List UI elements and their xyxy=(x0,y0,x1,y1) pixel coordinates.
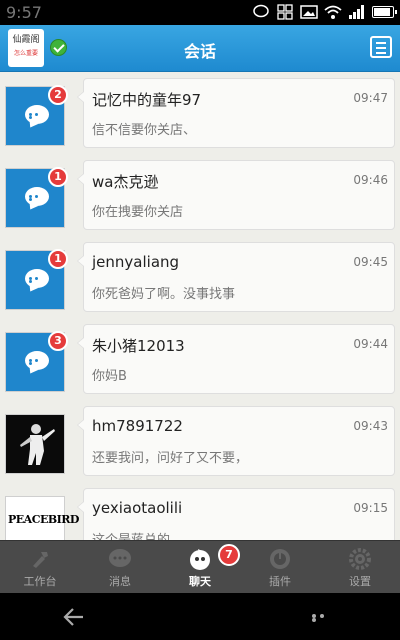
contact-name: yexiaotaolili xyxy=(92,499,183,517)
status-icons xyxy=(252,4,397,20)
conversation-row[interactable]: 1 wa杰克逊 09:46 你在拽要你关店 xyxy=(0,154,400,236)
conversation-row[interactable]: 2 记忆中的童年97 09:47 信不信要你关店、 xyxy=(0,72,400,154)
message-preview: 你妈B xyxy=(92,369,127,384)
conversation-card[interactable]: jennyaliang 09:45 你死爸妈了啊。没事找事 xyxy=(77,242,395,312)
contacts-list-button[interactable] xyxy=(370,36,392,58)
settings-icon xyxy=(349,548,371,570)
tab-workbench[interactable]: 工作台 xyxy=(0,541,80,594)
message-time: 09:47 xyxy=(353,91,388,105)
image-notification-icon xyxy=(300,5,318,19)
brand-text: PEACEBIRD xyxy=(8,513,79,526)
conversation-card[interactable]: wa杰克逊 09:46 你在拽要你关店 xyxy=(77,160,395,230)
tab-label: 工作台 xyxy=(23,575,57,588)
chat-icon xyxy=(190,549,210,570)
tab-label: 消息 xyxy=(109,575,131,588)
conversation-row[interactable]: 1 jennyaliang 09:45 你死爸妈了啊。没事找事 xyxy=(0,236,400,318)
battery-icon xyxy=(372,6,397,18)
tab-label: 设置 xyxy=(349,575,371,588)
bottom-tab-bar: 工作台 消息 聊天 插件 设置 7 xyxy=(0,540,400,593)
conversation-card[interactable]: 记忆中的童年97 09:47 信不信要你关店、 xyxy=(77,78,395,148)
conversation-row[interactable]: hm7891722 09:43 还要我问，问好了又不要， xyxy=(0,400,400,482)
contact-name: 朱小猪12013 xyxy=(92,337,185,355)
unread-badge: 1 xyxy=(48,167,68,187)
unread-badge: 1 xyxy=(48,249,68,269)
chat-tab-badge: 7 xyxy=(218,544,240,566)
message-preview: 信不信要你关店、 xyxy=(92,123,197,138)
message-preview: 你在拽要你关店 xyxy=(92,205,184,220)
page-title: 会话 xyxy=(183,42,216,61)
brand-logo-avatar: PEACEBIRD xyxy=(5,496,79,540)
conversation-card[interactable]: yexiaotaolili 09:15 这个是蒋总的 xyxy=(77,488,395,540)
message-icon xyxy=(109,549,131,567)
tab-plugins[interactable]: 插件 xyxy=(240,541,320,594)
signal-icon xyxy=(349,5,364,19)
back-arrow-icon[interactable] xyxy=(63,606,85,628)
conversation-row[interactable]: 3 朱小猪12013 09:44 你妈B xyxy=(0,318,400,400)
conversation-card[interactable]: 朱小猪12013 09:44 你妈B xyxy=(77,324,395,394)
message-notification-icon xyxy=(253,4,269,18)
app-notification-icon xyxy=(277,4,293,20)
tab-messages[interactable]: 消息 xyxy=(80,541,160,594)
message-preview: 你死爸妈了啊。没事找事 xyxy=(92,287,236,302)
workbench-icon xyxy=(33,552,48,568)
message-time: 09:45 xyxy=(353,255,388,269)
more-options-icon[interactable] xyxy=(312,614,334,622)
system-nav-bar xyxy=(0,593,400,640)
contact-name: hm7891722 xyxy=(92,417,183,435)
app-header: 仙霞阁 怎么重要 会话 xyxy=(0,25,400,72)
message-time: 09:15 xyxy=(353,501,388,515)
message-time: 09:46 xyxy=(353,173,388,187)
conversation-list[interactable]: 2 记忆中的童年97 09:47 信不信要你关店、 1 wa杰克逊 09:46 … xyxy=(0,72,400,540)
tab-label: 聊天 xyxy=(189,575,211,588)
dancer-silhouette-icon xyxy=(6,415,64,473)
message-time: 09:44 xyxy=(353,337,388,351)
tab-settings[interactable]: 设置 xyxy=(320,541,400,594)
conversation-card[interactable]: hm7891722 09:43 还要我问，问好了又不要， xyxy=(77,406,395,476)
conversation-row[interactable]: PEACEBIRD yexiaotaolili 09:15 这个是蒋总的 xyxy=(0,482,400,540)
contact-name: wa杰克逊 xyxy=(92,173,159,191)
contact-name: 记忆中的童年97 xyxy=(92,91,202,109)
user-photo-avatar xyxy=(5,414,65,474)
message-preview: 这个是蒋总的 xyxy=(92,529,170,540)
unread-badge: 2 xyxy=(48,85,68,105)
status-bar: 9:57 xyxy=(0,0,400,25)
wifi-icon xyxy=(324,5,342,19)
message-preview: 还要我问，问好了又不要， xyxy=(92,451,249,466)
tab-label: 插件 xyxy=(269,575,291,588)
contact-name: jennyaliang xyxy=(92,253,180,271)
unread-badge: 3 xyxy=(48,331,68,351)
message-time: 09:43 xyxy=(353,419,388,433)
plugin-icon xyxy=(270,549,290,569)
